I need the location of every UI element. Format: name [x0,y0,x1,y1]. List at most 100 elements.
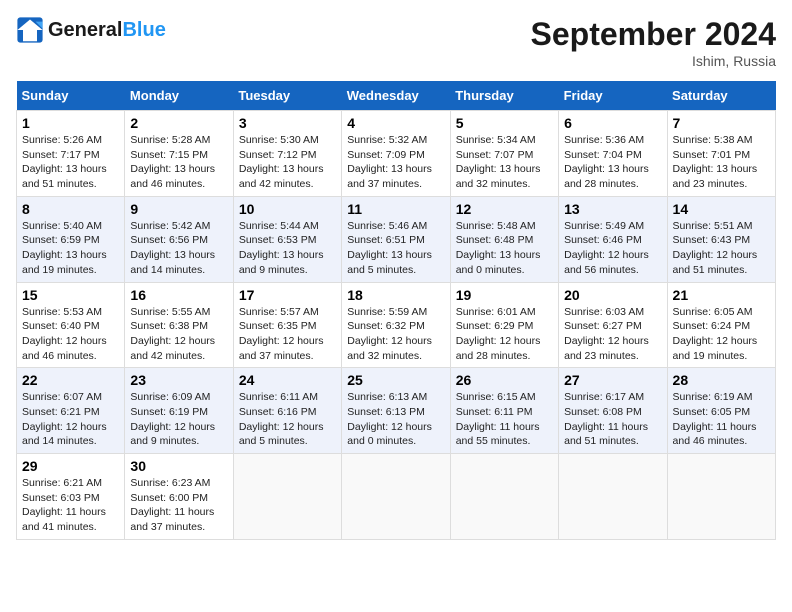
calendar-cell [559,454,667,540]
day-info: Sunrise: 6:05 AMSunset: 6:24 PMDaylight:… [673,306,758,362]
calendar-cell: 16 Sunrise: 5:55 AMSunset: 6:38 PMDaylig… [125,282,233,368]
day-number: 11 [347,201,444,217]
header-cell-tuesday: Tuesday [233,81,341,111]
day-info: Sunrise: 5:53 AMSunset: 6:40 PMDaylight:… [22,306,107,362]
day-info: Sunrise: 5:34 AMSunset: 7:07 PMDaylight:… [456,134,541,190]
day-info: Sunrise: 5:28 AMSunset: 7:15 PMDaylight:… [130,134,215,190]
calendar-cell: 7 Sunrise: 5:38 AMSunset: 7:01 PMDayligh… [667,111,775,197]
calendar-cell: 24 Sunrise: 6:11 AMSunset: 6:16 PMDaylig… [233,368,341,454]
day-number: 3 [239,115,336,131]
week-row-3: 22 Sunrise: 6:07 AMSunset: 6:21 PMDaylig… [17,368,776,454]
day-info: Sunrise: 5:30 AMSunset: 7:12 PMDaylight:… [239,134,324,190]
calendar-cell: 30 Sunrise: 6:23 AMSunset: 6:00 PMDaylig… [125,454,233,540]
day-info: Sunrise: 5:36 AMSunset: 7:04 PMDaylight:… [564,134,649,190]
day-number: 17 [239,287,336,303]
day-info: Sunrise: 5:44 AMSunset: 6:53 PMDaylight:… [239,220,324,276]
day-info: Sunrise: 6:03 AMSunset: 6:27 PMDaylight:… [564,306,649,362]
calendar-cell: 22 Sunrise: 6:07 AMSunset: 6:21 PMDaylig… [17,368,125,454]
calendar-cell: 14 Sunrise: 5:51 AMSunset: 6:43 PMDaylig… [667,196,775,282]
calendar-cell: 18 Sunrise: 5:59 AMSunset: 6:32 PMDaylig… [342,282,450,368]
day-info: Sunrise: 5:32 AMSunset: 7:09 PMDaylight:… [347,134,432,190]
calendar-cell: 28 Sunrise: 6:19 AMSunset: 6:05 PMDaylig… [667,368,775,454]
calendar-cell: 20 Sunrise: 6:03 AMSunset: 6:27 PMDaylig… [559,282,667,368]
calendar-cell [667,454,775,540]
title-block: September 2024 Ishim, Russia [531,16,776,69]
month-title: September 2024 [531,16,776,53]
day-number: 16 [130,287,227,303]
logo-text: GeneralBlue [48,19,166,42]
calendar-cell: 2 Sunrise: 5:28 AMSunset: 7:15 PMDayligh… [125,111,233,197]
calendar-cell: 4 Sunrise: 5:32 AMSunset: 7:09 PMDayligh… [342,111,450,197]
day-number: 1 [22,115,119,131]
day-number: 26 [456,372,553,388]
calendar-cell: 5 Sunrise: 5:34 AMSunset: 7:07 PMDayligh… [450,111,558,197]
day-info: Sunrise: 6:01 AMSunset: 6:29 PMDaylight:… [456,306,541,362]
day-number: 12 [456,201,553,217]
day-info: Sunrise: 5:57 AMSunset: 6:35 PMDaylight:… [239,306,324,362]
calendar-cell: 26 Sunrise: 6:15 AMSunset: 6:11 PMDaylig… [450,368,558,454]
day-number: 21 [673,287,770,303]
calendar-cell: 10 Sunrise: 5:44 AMSunset: 6:53 PMDaylig… [233,196,341,282]
day-number: 22 [22,372,119,388]
week-row-4: 29 Sunrise: 6:21 AMSunset: 6:03 PMDaylig… [17,454,776,540]
day-number: 7 [673,115,770,131]
day-number: 5 [456,115,553,131]
day-info: Sunrise: 5:59 AMSunset: 6:32 PMDaylight:… [347,306,432,362]
logo: GeneralBlue [16,16,166,44]
calendar-cell: 12 Sunrise: 5:48 AMSunset: 6:48 PMDaylig… [450,196,558,282]
week-row-2: 15 Sunrise: 5:53 AMSunset: 6:40 PMDaylig… [17,282,776,368]
day-number: 4 [347,115,444,131]
calendar-cell: 29 Sunrise: 6:21 AMSunset: 6:03 PMDaylig… [17,454,125,540]
day-info: Sunrise: 6:07 AMSunset: 6:21 PMDaylight:… [22,391,107,447]
day-info: Sunrise: 6:13 AMSunset: 6:13 PMDaylight:… [347,391,432,447]
calendar-cell: 27 Sunrise: 6:17 AMSunset: 6:08 PMDaylig… [559,368,667,454]
day-info: Sunrise: 5:38 AMSunset: 7:01 PMDaylight:… [673,134,758,190]
header-row: SundayMondayTuesdayWednesdayThursdayFrid… [17,81,776,111]
day-info: Sunrise: 5:40 AMSunset: 6:59 PMDaylight:… [22,220,107,276]
day-number: 30 [130,458,227,474]
calendar-cell: 6 Sunrise: 5:36 AMSunset: 7:04 PMDayligh… [559,111,667,197]
calendar-cell: 15 Sunrise: 5:53 AMSunset: 6:40 PMDaylig… [17,282,125,368]
day-number: 20 [564,287,661,303]
calendar-cell [450,454,558,540]
calendar-cell [233,454,341,540]
day-info: Sunrise: 5:55 AMSunset: 6:38 PMDaylight:… [130,306,215,362]
day-info: Sunrise: 6:19 AMSunset: 6:05 PMDaylight:… [673,391,757,447]
day-info: Sunrise: 6:09 AMSunset: 6:19 PMDaylight:… [130,391,215,447]
day-number: 2 [130,115,227,131]
day-info: Sunrise: 5:49 AMSunset: 6:46 PMDaylight:… [564,220,649,276]
logo-icon [16,16,44,44]
location: Ishim, Russia [531,53,776,69]
header-cell-saturday: Saturday [667,81,775,111]
day-number: 25 [347,372,444,388]
calendar-table: SundayMondayTuesdayWednesdayThursdayFrid… [16,81,776,540]
day-info: Sunrise: 6:11 AMSunset: 6:16 PMDaylight:… [239,391,324,447]
calendar-cell: 13 Sunrise: 5:49 AMSunset: 6:46 PMDaylig… [559,196,667,282]
page-header: GeneralBlue September 2024 Ishim, Russia [16,16,776,69]
day-info: Sunrise: 5:51 AMSunset: 6:43 PMDaylight:… [673,220,758,276]
calendar-cell: 1 Sunrise: 5:26 AMSunset: 7:17 PMDayligh… [17,111,125,197]
day-info: Sunrise: 6:23 AMSunset: 6:00 PMDaylight:… [130,477,214,533]
header-cell-thursday: Thursday [450,81,558,111]
calendar-cell [342,454,450,540]
header-cell-wednesday: Wednesday [342,81,450,111]
day-number: 8 [22,201,119,217]
day-info: Sunrise: 5:26 AMSunset: 7:17 PMDaylight:… [22,134,107,190]
day-number: 18 [347,287,444,303]
day-info: Sunrise: 6:21 AMSunset: 6:03 PMDaylight:… [22,477,106,533]
calendar-cell: 25 Sunrise: 6:13 AMSunset: 6:13 PMDaylig… [342,368,450,454]
day-info: Sunrise: 5:46 AMSunset: 6:51 PMDaylight:… [347,220,432,276]
day-number: 14 [673,201,770,217]
calendar-cell: 3 Sunrise: 5:30 AMSunset: 7:12 PMDayligh… [233,111,341,197]
day-number: 28 [673,372,770,388]
day-number: 19 [456,287,553,303]
calendar-cell: 9 Sunrise: 5:42 AMSunset: 6:56 PMDayligh… [125,196,233,282]
day-info: Sunrise: 5:42 AMSunset: 6:56 PMDaylight:… [130,220,215,276]
day-info: Sunrise: 5:48 AMSunset: 6:48 PMDaylight:… [456,220,541,276]
day-info: Sunrise: 6:15 AMSunset: 6:11 PMDaylight:… [456,391,540,447]
day-number: 13 [564,201,661,217]
calendar-cell: 21 Sunrise: 6:05 AMSunset: 6:24 PMDaylig… [667,282,775,368]
calendar-cell: 19 Sunrise: 6:01 AMSunset: 6:29 PMDaylig… [450,282,558,368]
week-row-1: 8 Sunrise: 5:40 AMSunset: 6:59 PMDayligh… [17,196,776,282]
day-number: 29 [22,458,119,474]
